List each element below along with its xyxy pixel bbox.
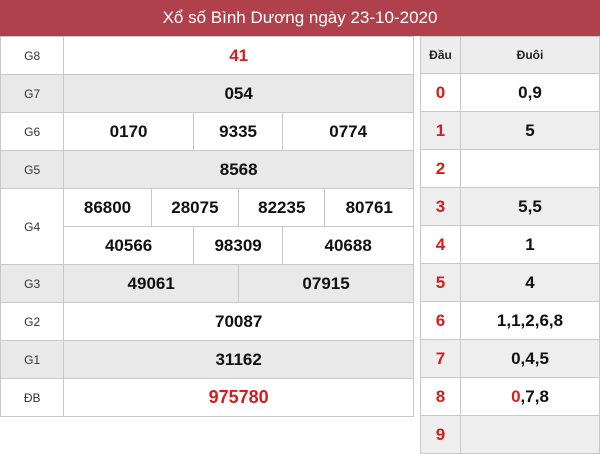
loto-dau: 7 (420, 339, 461, 378)
loto-duoi: 0,4,5 (460, 339, 600, 378)
prize-row-db: ĐB 975780 (0, 378, 414, 417)
loto-row: 5 4 (420, 263, 600, 302)
loto-dau: 2 (420, 149, 461, 188)
prize-value: 8568 (63, 150, 414, 189)
loto-dau: 5 (420, 263, 461, 302)
loto-duoi (460, 415, 600, 454)
loto-dau: 8 (420, 377, 461, 416)
prize-value: 82235 (238, 188, 326, 227)
loto-row: 7 0,4,5 (420, 339, 600, 378)
loto-row: 9 (420, 415, 600, 454)
prize-value: 40566 (63, 226, 194, 265)
prize-row-g1: G1 31162 (0, 340, 414, 379)
loto-duoi: 1,1,2,6,8 (460, 301, 600, 340)
loto-dau: 0 (420, 73, 461, 112)
loto-row: 1 5 (420, 111, 600, 150)
prize-row-g2: G2 70087 (0, 302, 414, 341)
prize-value: 40688 (282, 226, 414, 265)
loto-duoi-rest: ,7,8 (520, 386, 549, 406)
prize-label: G5 (0, 150, 65, 189)
prize-row-g7: G7 054 (0, 74, 414, 113)
loto-duoi: 5,5 (460, 187, 600, 226)
prize-label: G3 (0, 264, 65, 303)
prize-label: G6 (0, 112, 65, 151)
loto-dau: 1 (420, 111, 461, 150)
col-dau-header: Đầu (420, 36, 461, 74)
prize-value: 0170 (63, 112, 194, 151)
prize-label: G1 (0, 340, 65, 379)
prize-value: 80761 (324, 188, 414, 227)
results-table: G8 41 G7 054 G6 0170 9335 0774 G5 8568 G… (0, 36, 414, 417)
loto-duoi: 0,7,8 (460, 377, 600, 416)
prize-value: 9335 (192, 112, 284, 151)
prize-value: 07915 (238, 264, 414, 303)
prize-value: 975780 (63, 378, 414, 417)
prize-row-g5: G5 8568 (0, 150, 414, 189)
page-title: Xổ số Bình Dương ngày 23-10-2020 (162, 8, 438, 27)
loto-table: Đầu Đuôi 0 0,9 1 5 2 3 5,5 4 1 5 4 6 1,1… (420, 36, 600, 454)
results-table-container: G8 41 G7 054 G6 0170 9335 0774 G5 8568 G… (0, 36, 416, 417)
prize-value: 054 (63, 74, 414, 113)
loto-duoi: 5 (460, 111, 600, 150)
loto-header-row: Đầu Đuôi (420, 36, 600, 74)
loto-row: 4 1 (420, 225, 600, 264)
prize-label: G2 (0, 302, 65, 341)
loto-duoi: 1 (460, 225, 600, 264)
loto-dau: 4 (420, 225, 461, 264)
prize-value: 98309 (192, 226, 284, 265)
loto-row: 2 (420, 149, 600, 188)
loto-dau: 9 (420, 415, 461, 454)
prize-value: 86800 (63, 188, 152, 227)
loto-row: 0 0,9 (420, 73, 600, 112)
prize-row-g3: G3 49061 07915 (0, 264, 414, 303)
prize-value: 31162 (63, 340, 414, 379)
prize-label: ĐB (0, 378, 65, 417)
loto-row: 3 5,5 (420, 187, 600, 226)
prize-value: 49061 (63, 264, 240, 303)
loto-dau: 3 (420, 187, 461, 226)
prize-value: 0774 (282, 112, 414, 151)
prize-row-g8: G8 41 (0, 36, 414, 75)
col-duoi-header: Đuôi (460, 36, 600, 74)
prize-label: G7 (0, 74, 65, 113)
loto-row: 6 1,1,2,6,8 (420, 301, 600, 340)
prize-value: 70087 (63, 302, 414, 341)
prize-value: 28075 (150, 188, 240, 227)
loto-dau: 6 (420, 301, 461, 340)
prize-label: G4 (0, 188, 65, 265)
loto-duoi: 0,9 (460, 73, 600, 112)
prize-value: 41 (63, 36, 414, 75)
loto-duoi-highlight: 0 (511, 386, 521, 406)
page-title-bar: Xổ số Bình Dương ngày 23-10-2020 (0, 0, 600, 36)
loto-table-container: Đầu Đuôi 0 0,9 1 5 2 3 5,5 4 1 5 4 6 1,1… (420, 36, 600, 454)
loto-row: 8 0,7,8 (420, 377, 600, 416)
prize-label: G8 (0, 36, 65, 75)
loto-duoi (460, 149, 600, 188)
loto-duoi: 4 (460, 263, 600, 302)
prize-row-g4-a: G4 86800 28075 82235 80761 (0, 188, 414, 265)
prize-row-g6: G6 0170 9335 0774 (0, 112, 414, 151)
